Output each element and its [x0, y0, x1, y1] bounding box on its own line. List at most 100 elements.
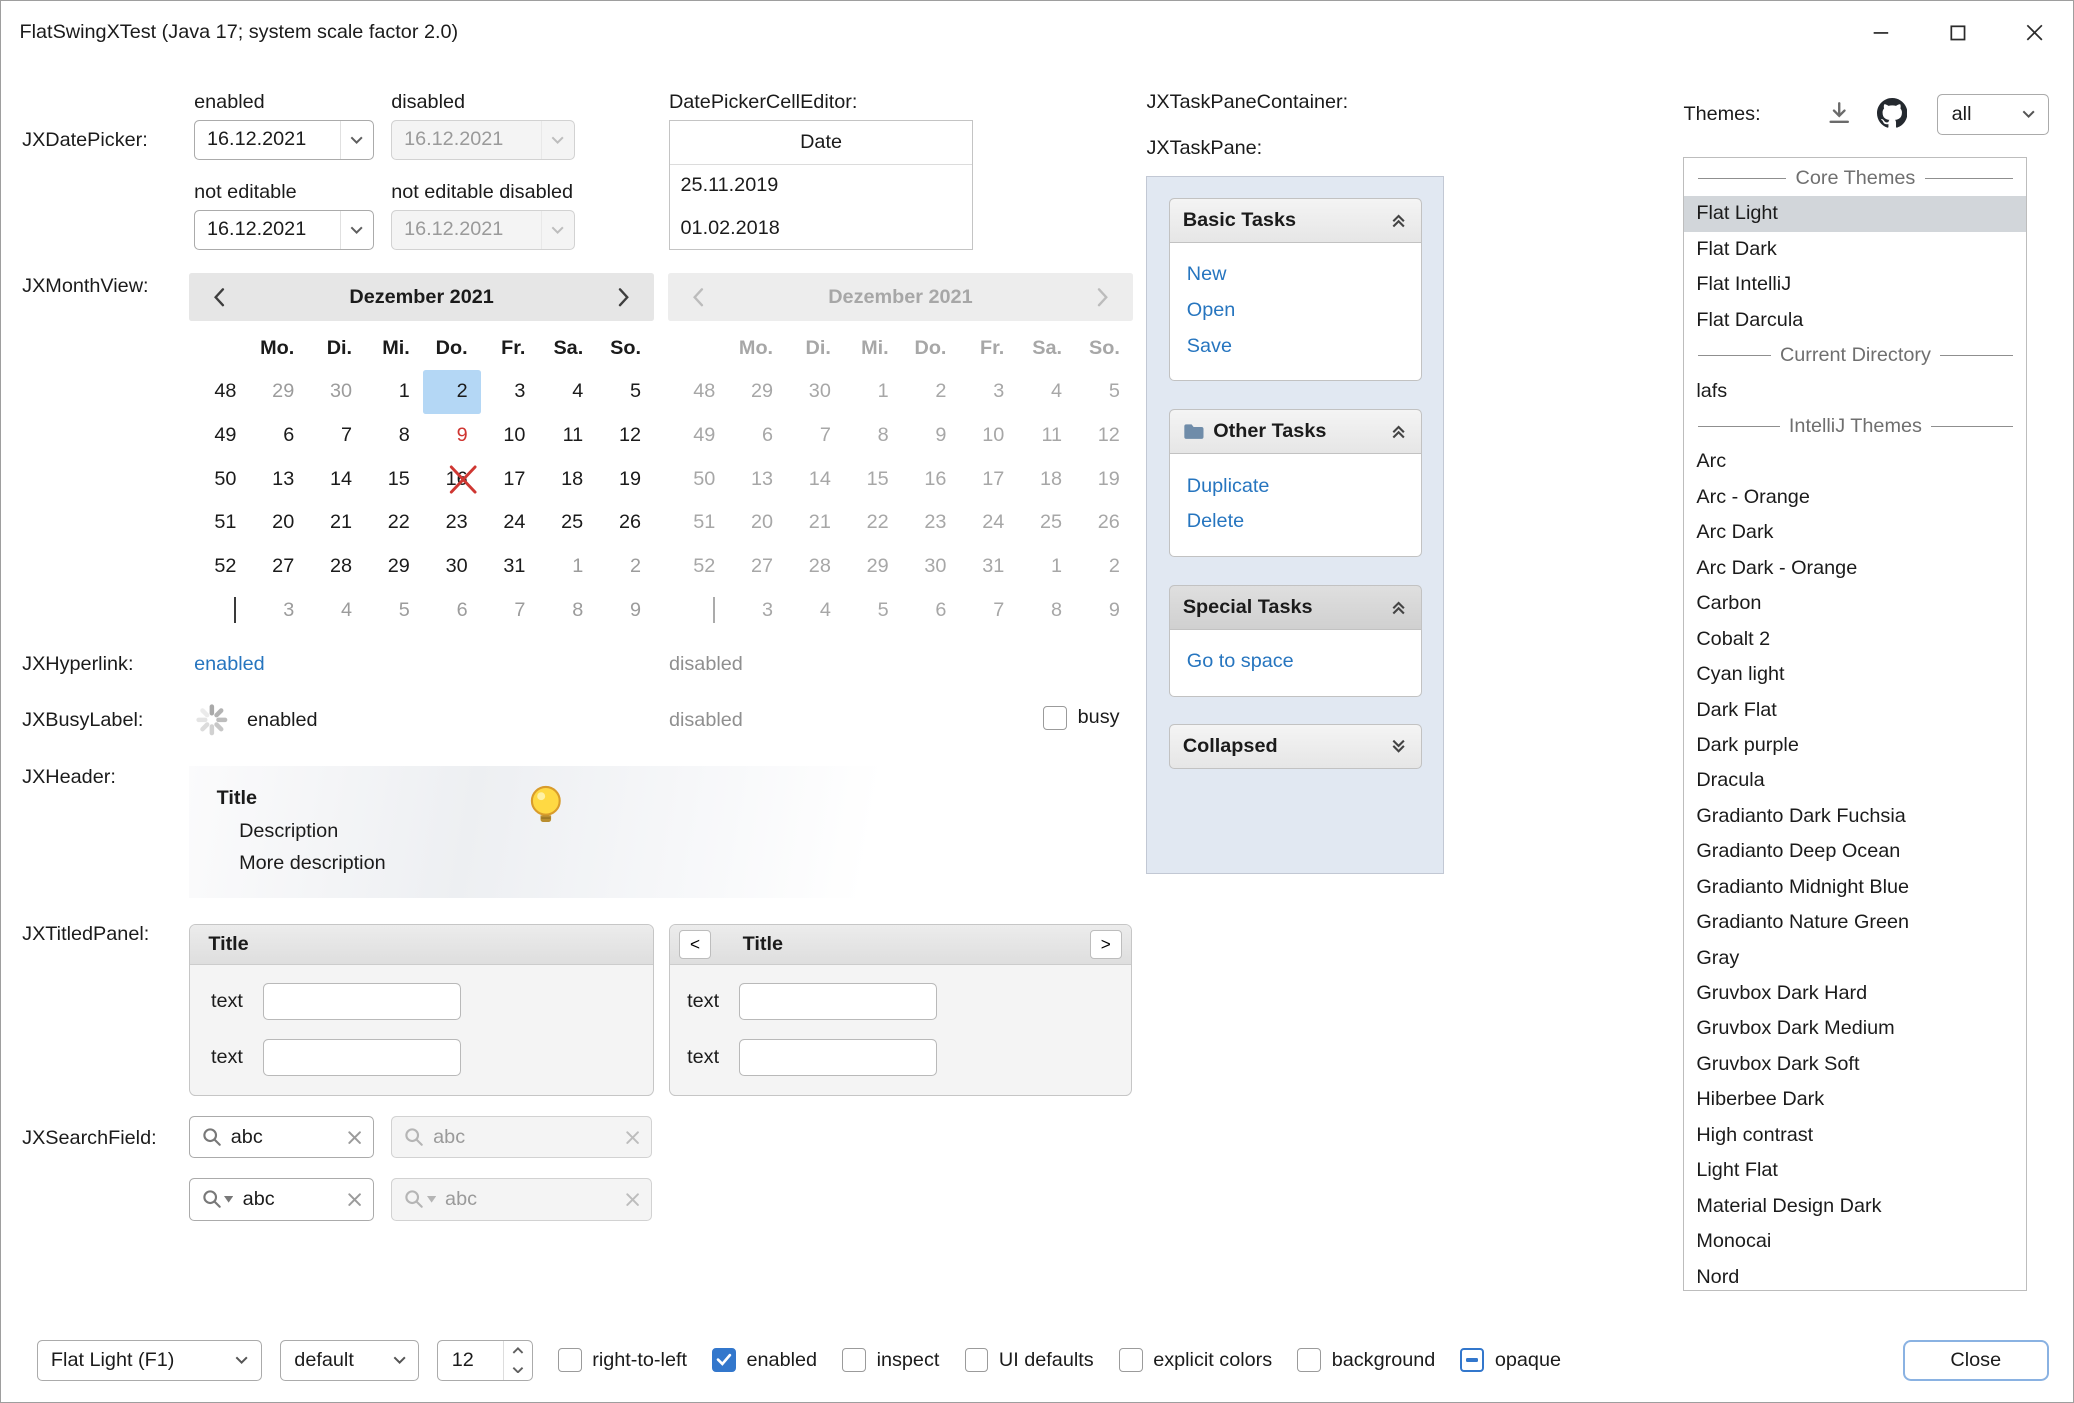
clear-icon[interactable] [348, 1131, 361, 1144]
theme-item-high-contrast[interactable]: High contrast [1684, 1118, 2026, 1153]
theme-item-cyan-light[interactable]: Cyan light [1684, 657, 2026, 692]
theme-item-dracula[interactable]: Dracula [1684, 763, 2026, 798]
theme-item-arc-dark[interactable]: Arc Dark [1684, 515, 2026, 550]
theme-item-material-design-dark[interactable]: Material Design Dark [1684, 1188, 2026, 1223]
titledpanel-right-button[interactable]: > [1090, 930, 1122, 959]
theme-item-gradianto-dark-fuchsia[interactable]: Gradianto Dark Fuchsia [1684, 799, 2026, 834]
theme-item-flat-light[interactable]: Flat Light [1684, 196, 2026, 231]
checkbox-opaque[interactable]: opaque [1460, 1348, 1561, 1372]
checkbox-box[interactable] [1460, 1348, 1484, 1372]
taskpane-header-special-tasks[interactable]: Special Tasks [1169, 585, 1422, 630]
checkbox-box[interactable] [712, 1348, 736, 1372]
datepicker-value[interactable]: 16.12.2021 [195, 128, 340, 151]
checkbox-box[interactable] [1119, 1348, 1143, 1372]
day-cell[interactable]: 19 [596, 457, 654, 501]
theme-item-gruvbox-dark-hard[interactable]: Gruvbox Dark Hard [1684, 976, 2026, 1011]
theme-item-nord[interactable]: Nord [1684, 1259, 2026, 1290]
spinner-value[interactable]: 12 [438, 1341, 502, 1380]
theme-item-arc-dark-orange[interactable]: Arc Dark - Orange [1684, 551, 2026, 586]
prev-month-button[interactable] [189, 288, 250, 307]
day-cell[interactable]: 15 [365, 457, 423, 501]
themes-filter-combo[interactable]: all [1937, 94, 2048, 135]
taskpane-link-open[interactable]: Open [1187, 293, 1404, 329]
day-cell[interactable]: 4 [539, 370, 597, 414]
theme-item-arc-orange[interactable]: Arc - Orange [1684, 480, 2026, 515]
busy-checkbox[interactable]: busy [1043, 706, 1119, 730]
day-cell[interactable]: 9 [596, 588, 654, 632]
chevron-double-up-icon[interactable] [1390, 212, 1407, 229]
day-cell[interactable]: 30 [307, 370, 365, 414]
clear-icon[interactable] [348, 1193, 361, 1206]
checkbox-right-to-left[interactable]: right-to-left [558, 1348, 687, 1372]
day-cell[interactable]: 12 [596, 414, 654, 458]
table-row[interactable]: 01.02.2018 [670, 207, 972, 249]
datepicker-dropdown-button[interactable] [340, 121, 373, 159]
laf-combo[interactable]: Flat Light (F1) [37, 1340, 262, 1381]
day-cell[interactable]: 5 [596, 370, 654, 414]
checkbox-inspect[interactable]: inspect [842, 1348, 939, 1372]
day-cell[interactable]: 27 [250, 545, 308, 589]
day-cell[interactable]: 7 [481, 588, 539, 632]
taskpane-link-delete[interactable]: Delete [1187, 504, 1404, 540]
theme-item-flat-intellij[interactable]: Flat IntelliJ [1684, 267, 2026, 302]
hyperlink-enabled[interactable]: enabled [194, 653, 265, 676]
download-icon[interactable] [1826, 100, 1852, 126]
searchfield-enabled[interactable]: abc [189, 1116, 374, 1158]
search-menu-icon[interactable] [202, 1189, 234, 1209]
chevron-double-down-icon[interactable] [1390, 738, 1407, 755]
style-combo[interactable]: default [280, 1340, 419, 1381]
day-cell[interactable]: 18 [539, 457, 597, 501]
day-cell[interactable]: 6 [423, 588, 481, 632]
day-cell[interactable]: 16 [423, 457, 481, 501]
day-cell[interactable]: 29 [250, 370, 308, 414]
theme-item-arc[interactable]: Arc [1684, 444, 2026, 479]
titledpanel-left-button[interactable]: < [679, 930, 711, 959]
github-icon[interactable] [1877, 98, 1907, 128]
checkbox-explicit-colors[interactable]: explicit colors [1119, 1348, 1272, 1372]
day-cell[interactable]: 3 [481, 370, 539, 414]
theme-item-gruvbox-dark-soft[interactable]: Gruvbox Dark Soft [1684, 1047, 2026, 1082]
text-input-3[interactable] [739, 983, 937, 1020]
theme-item-lafs[interactable]: lafs [1684, 373, 2026, 408]
theme-item-gruvbox-dark-medium[interactable]: Gruvbox Dark Medium [1684, 1011, 2026, 1046]
theme-item-flat-dark[interactable]: Flat Dark [1684, 232, 2026, 267]
theme-item-dark-purple[interactable]: Dark purple [1684, 728, 2026, 763]
day-cell[interactable]: 8 [539, 588, 597, 632]
day-cell[interactable]: 1 [539, 545, 597, 589]
theme-item-cobalt-2[interactable]: Cobalt 2 [1684, 621, 2026, 656]
day-cell[interactable]: 4 [307, 588, 365, 632]
checkbox-enabled[interactable]: enabled [712, 1348, 817, 1372]
theme-item-gradianto-nature-green[interactable]: Gradianto Nature Green [1684, 905, 2026, 940]
day-cell[interactable]: 21 [307, 501, 365, 545]
day-cell[interactable]: 6 [250, 414, 308, 458]
spinner-up-button[interactable] [504, 1341, 532, 1361]
table-row[interactable]: 25.11.2019 [670, 165, 972, 207]
theme-item-gradianto-deep-ocean[interactable]: Gradianto Deep Ocean [1684, 834, 2026, 869]
day-cell[interactable]: 31 [481, 545, 539, 589]
datepicker-not-editable[interactable]: 16.12.2021 [194, 210, 374, 250]
day-cell[interactable]: 30 [423, 545, 481, 589]
checkbox-box[interactable] [965, 1348, 989, 1372]
day-cell[interactable]: 8 [365, 414, 423, 458]
theme-item-hiberbee-dark[interactable]: Hiberbee Dark [1684, 1082, 2026, 1117]
day-cell[interactable]: 26 [596, 501, 654, 545]
theme-item-gradianto-midnight-blue[interactable]: Gradianto Midnight Blue [1684, 869, 2026, 904]
theme-item-monocai[interactable]: Monocai [1684, 1224, 2026, 1259]
taskpane-link-duplicate[interactable]: Duplicate [1187, 469, 1404, 505]
checkbox-box[interactable] [842, 1348, 866, 1372]
theme-item-flat-darcula[interactable]: Flat Darcula [1684, 302, 2026, 337]
checkbox-background[interactable]: background [1297, 1348, 1435, 1372]
day-cell[interactable]: 29 [365, 545, 423, 589]
day-cell[interactable]: 1 [365, 370, 423, 414]
day-cell[interactable]: 24 [481, 501, 539, 545]
taskpane-link-go-to-space[interactable]: Go to space [1187, 644, 1404, 680]
day-cell[interactable]: 10 [481, 414, 539, 458]
day-cell[interactable]: 9 [423, 414, 481, 458]
checkbox-box[interactable] [1297, 1348, 1321, 1372]
text-input-4[interactable] [739, 1039, 937, 1076]
day-cell[interactable]: 13 [250, 457, 308, 501]
taskpane-link-new[interactable]: New [1187, 257, 1404, 293]
day-cell[interactable]: 17 [481, 457, 539, 501]
spinner-down-button[interactable] [504, 1360, 532, 1380]
day-cell[interactable]: 2 [423, 370, 481, 414]
